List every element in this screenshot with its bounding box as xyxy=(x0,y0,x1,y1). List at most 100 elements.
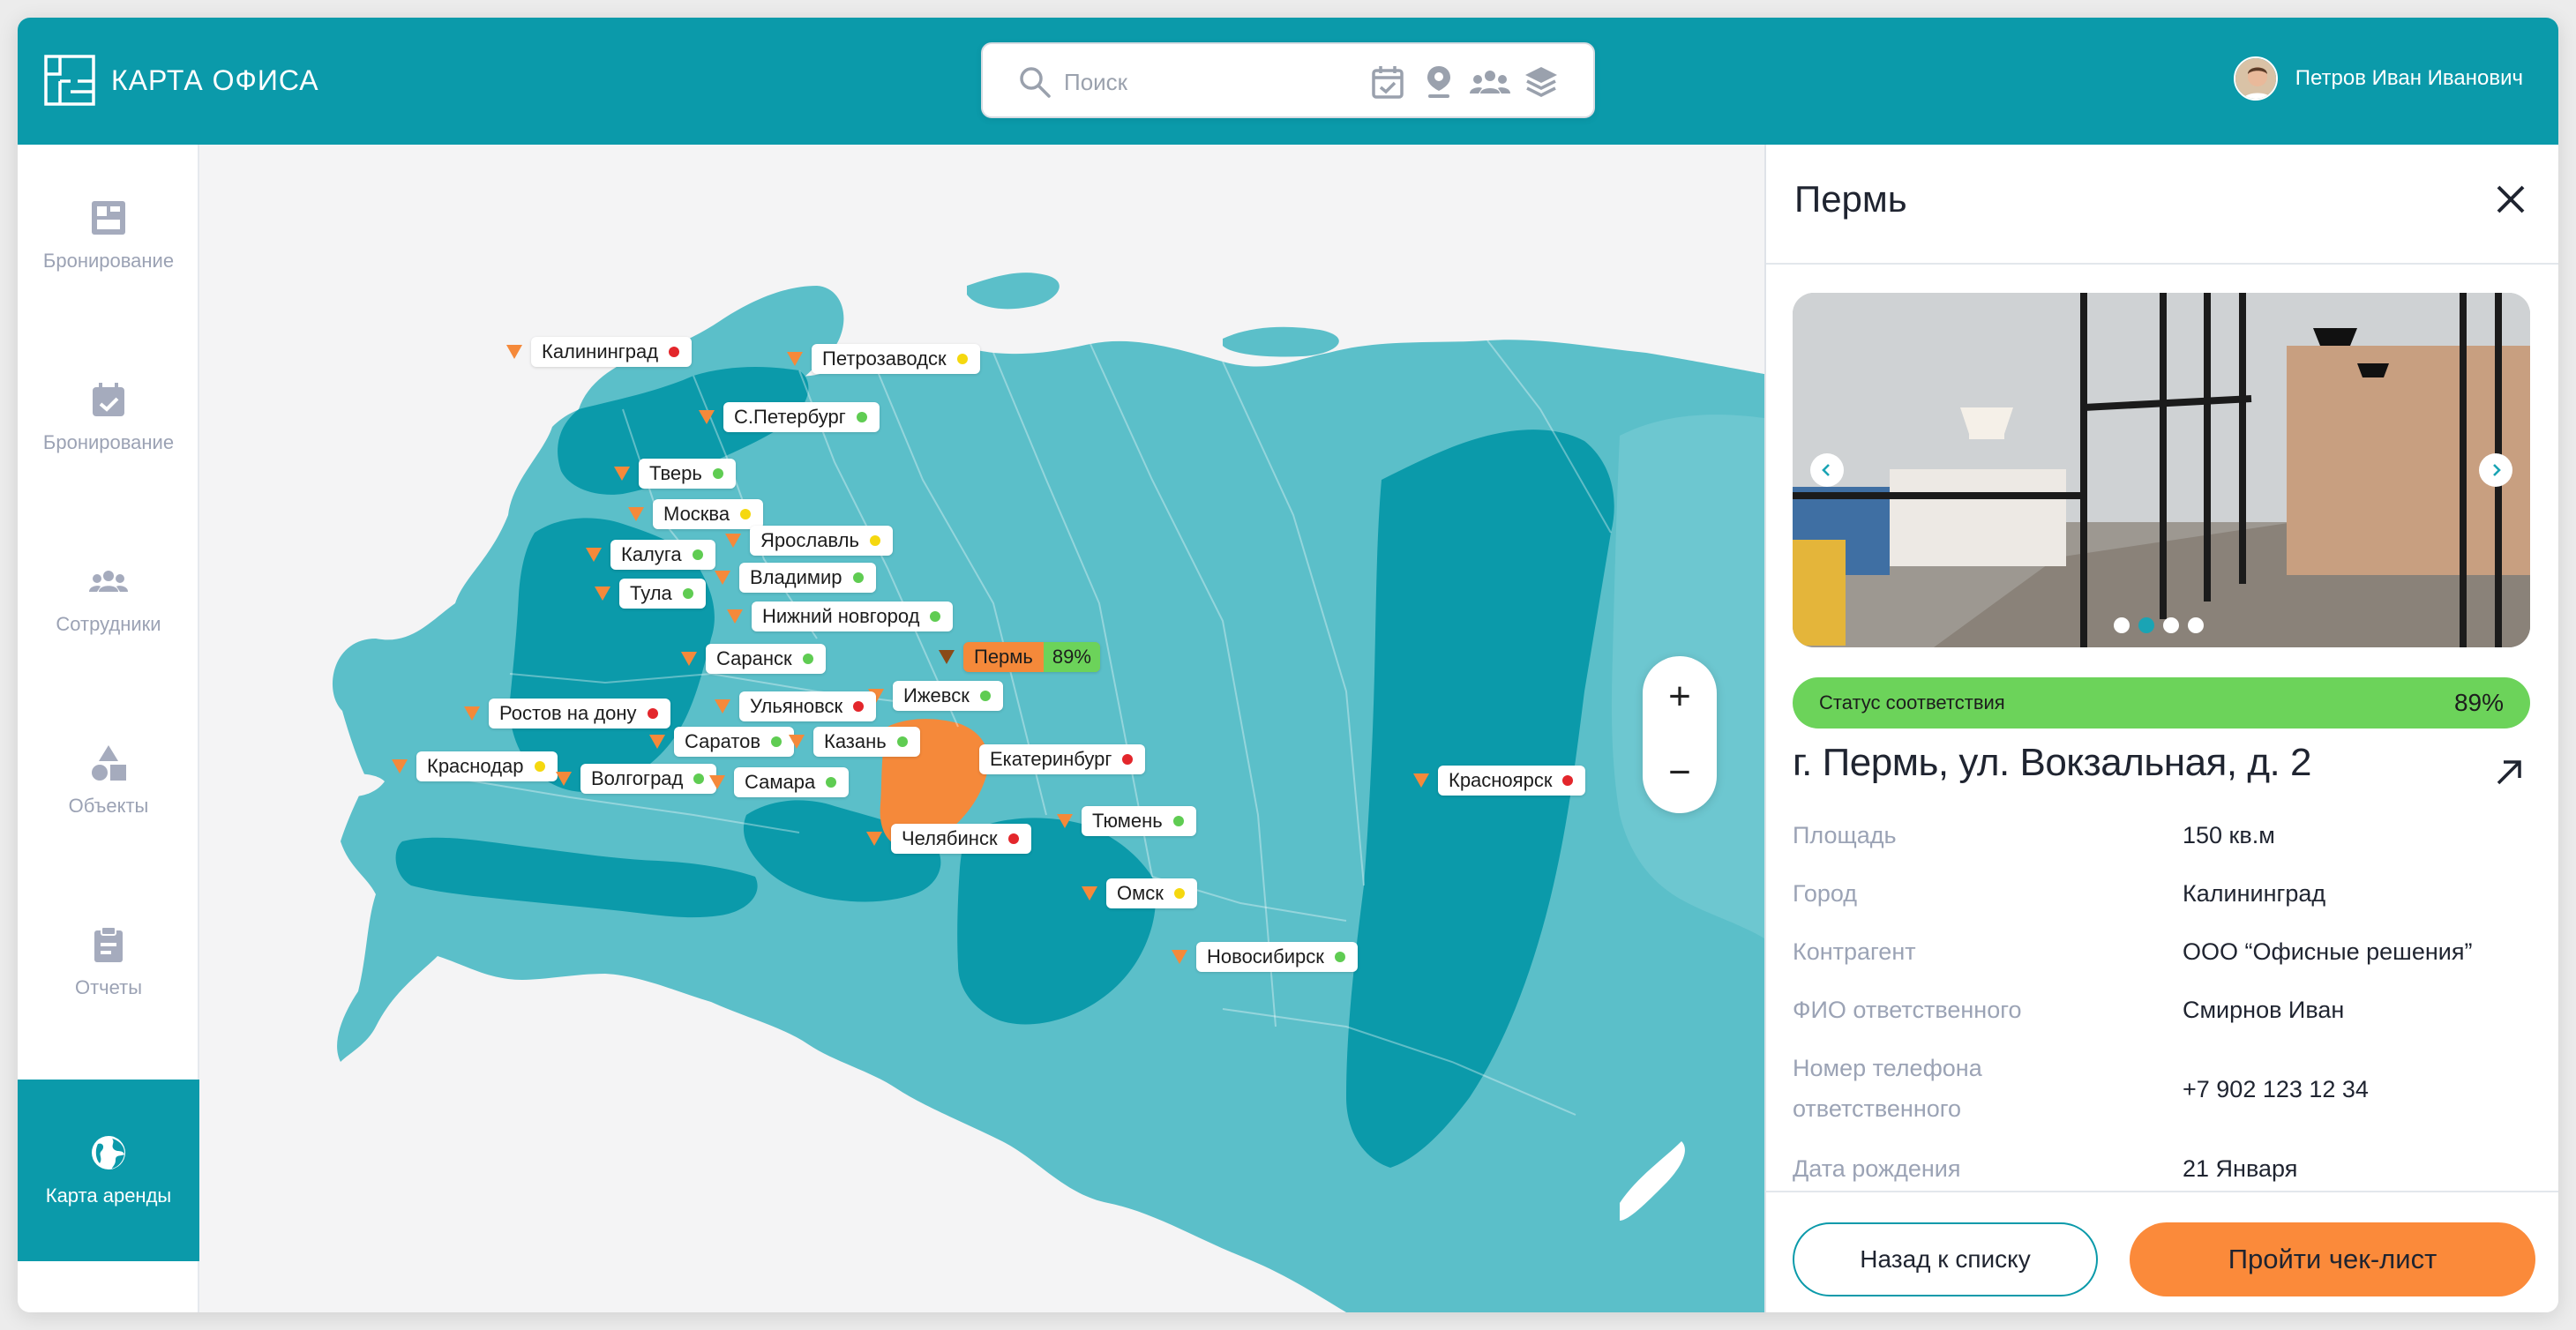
city-marker-kaliningrad[interactable]: Калининград xyxy=(506,337,693,367)
city-marker-spb[interactable]: С.Петербург xyxy=(699,402,880,432)
city-name: Новосибирск xyxy=(1207,945,1324,968)
city-name: Омск xyxy=(1117,882,1164,904)
user-menu[interactable]: Петров Иван Иванович xyxy=(2233,56,2523,101)
city-marker-tver[interactable]: Тверь xyxy=(614,459,736,489)
status-dot-red xyxy=(1562,775,1574,786)
sidebar-item-objects[interactable]: Объекты xyxy=(18,690,199,871)
city-name: Владимир xyxy=(750,566,842,588)
city-name: Тюмень xyxy=(1092,810,1163,832)
city-tag: С.Петербург xyxy=(723,402,880,432)
status-dot-green xyxy=(1334,952,1345,962)
city-tag: Петрозаводск xyxy=(812,344,980,374)
status-label: Статус соответствия xyxy=(1819,691,2005,714)
city-name: С.Петербург xyxy=(734,406,846,428)
city-tag: Пермь 89% xyxy=(963,642,1100,672)
map-pin-icon xyxy=(586,548,602,562)
map-pin-icon xyxy=(1082,886,1097,900)
city-tag: Тюмень xyxy=(1082,806,1196,836)
back-to-list-button[interactable]: Назад к списку xyxy=(1793,1222,2098,1296)
gallery-next-button[interactable] xyxy=(2479,453,2512,487)
city-marker-saransk[interactable]: Саранск xyxy=(681,644,826,674)
sidebar-item-label: Отчеты xyxy=(74,976,143,998)
city-name: Тула xyxy=(630,582,672,604)
city-marker-kaluga[interactable]: Калуга xyxy=(586,540,715,570)
zoom-in-button[interactable]: + xyxy=(1643,660,1717,734)
sidebar-item-rental-map[interactable]: Карта аренды xyxy=(18,1080,199,1261)
map-pin-icon xyxy=(464,706,480,721)
sidebar-item-label: Карта аренды xyxy=(45,1184,172,1207)
city-marker-tula[interactable]: Тула xyxy=(595,579,706,609)
city-tag: Владимир xyxy=(739,563,876,593)
start-checklist-button[interactable]: Пройти чек-лист xyxy=(2130,1222,2535,1296)
info-key: Номер телефона ответственного xyxy=(1793,1055,1982,1122)
sidebar-item-reports[interactable]: Отчеты xyxy=(18,871,199,1053)
compliance-status-bar: Статус соответствия 89% xyxy=(1793,677,2530,729)
clipboard-icon xyxy=(94,926,123,962)
search-icon xyxy=(1020,67,1051,98)
city-marker-yaroslavl[interactable]: Ярославль xyxy=(725,526,893,556)
zoom-control: + − xyxy=(1643,656,1717,813)
gallery-dot[interactable] xyxy=(2188,617,2204,633)
calendar-check-icon[interactable] xyxy=(1367,62,1408,102)
city-marker-izhevsk[interactable]: Ижевск xyxy=(868,681,1003,711)
city-marker-novosibirsk[interactable]: Новосибирск xyxy=(1172,942,1358,972)
city-marker-petrozavodsk[interactable]: Петрозаводск xyxy=(787,344,980,374)
city-name: Екатеринбург xyxy=(990,748,1112,770)
sidebar-item-booking-calendar[interactable]: Бронирование xyxy=(18,326,199,508)
status-dot-green xyxy=(930,611,941,622)
city-marker-yekaterinburg[interactable]: Екатеринбург xyxy=(955,744,1146,774)
info-value: ООО “Офисные решения” xyxy=(2183,938,2473,965)
city-marker-vladimir[interactable]: Владимир xyxy=(715,563,876,593)
gallery-dot[interactable] xyxy=(2163,617,2179,633)
city-marker-krasnodar[interactable]: Краснодар xyxy=(392,751,558,781)
city-marker-perm-selected[interactable]: Пермь 89% xyxy=(939,642,1100,672)
city-marker-tyumen[interactable]: Тюмень xyxy=(1057,806,1196,836)
zoom-out-button[interactable]: − xyxy=(1643,736,1717,810)
info-value: +7 902 123 12 34 xyxy=(2183,1076,2369,1102)
office-photo-gallery[interactable] xyxy=(1793,293,2530,647)
city-tag: Омск xyxy=(1106,878,1197,908)
city-marker-chelyabinsk[interactable]: Челябинск xyxy=(866,824,1031,854)
map-pin-icon xyxy=(1413,773,1429,788)
office-photo xyxy=(1793,293,2530,647)
city-name: Ижевск xyxy=(903,684,970,706)
city-marker-krasnoyarsk[interactable]: Красноярск xyxy=(1413,766,1586,796)
city-marker-volgograd[interactable]: Волгоград xyxy=(556,764,717,794)
city-marker-moscow[interactable]: Москва xyxy=(628,499,764,529)
layers-icon[interactable] xyxy=(1521,62,1561,102)
russia-map[interactable]: Калининград Петрозаводск С.Петербург Тве… xyxy=(199,145,1764,1312)
city-marker-rostov[interactable]: Ростов на дону xyxy=(464,699,670,729)
search-input[interactable] xyxy=(1064,60,1346,104)
city-marker-kazan[interactable]: Казань xyxy=(789,727,920,757)
sidebar-item-label: Бронирование xyxy=(42,431,175,453)
gallery-dot[interactable] xyxy=(2114,617,2130,633)
sidebar-item-employees[interactable]: Сотрудники xyxy=(18,508,199,690)
people-icon[interactable] xyxy=(1470,62,1510,102)
map-regions xyxy=(332,273,1764,1312)
city-name: Саранск xyxy=(716,647,792,669)
logo[interactable]: КАРТА ОФИСА xyxy=(44,55,319,106)
search-bar xyxy=(981,42,1595,118)
city-tag: Ярославль xyxy=(750,526,893,556)
location-pin-icon[interactable] xyxy=(1419,62,1459,102)
city-tag: Ижевск xyxy=(893,681,1003,711)
city-marker-samara[interactable]: Самара xyxy=(709,767,850,797)
sidebar-item-label: Объекты xyxy=(68,795,149,817)
close-icon[interactable] xyxy=(2490,178,2532,220)
floorplan-icon xyxy=(92,201,125,235)
status-dot-yellow xyxy=(1173,888,1185,899)
app-window: КАРТА ОФИСА Петров xyxy=(18,18,2558,1312)
city-marker-nizhny-novgorod[interactable]: Нижний новгород xyxy=(727,601,954,631)
city-marker-omsk[interactable]: Омск xyxy=(1082,878,1197,908)
city-marker-ulyanovsk[interactable]: Ульяновск xyxy=(715,691,877,721)
map-pin-icon xyxy=(789,735,805,749)
map-pin-icon xyxy=(725,534,741,548)
office-details-panel: Пермь Статус соответствия 89% г. Пермь, … xyxy=(1764,145,2558,1312)
city-marker-saratov[interactable]: Саратов xyxy=(649,727,795,757)
sidebar-item-booking-floorplan[interactable]: Бронирование xyxy=(18,145,199,326)
external-link-icon[interactable] xyxy=(2491,755,2527,790)
map-pin-icon xyxy=(614,467,630,481)
gallery-prev-button[interactable] xyxy=(1810,453,1844,487)
info-key: Площадь xyxy=(1793,822,1897,848)
gallery-dot-active[interactable] xyxy=(2138,617,2154,633)
